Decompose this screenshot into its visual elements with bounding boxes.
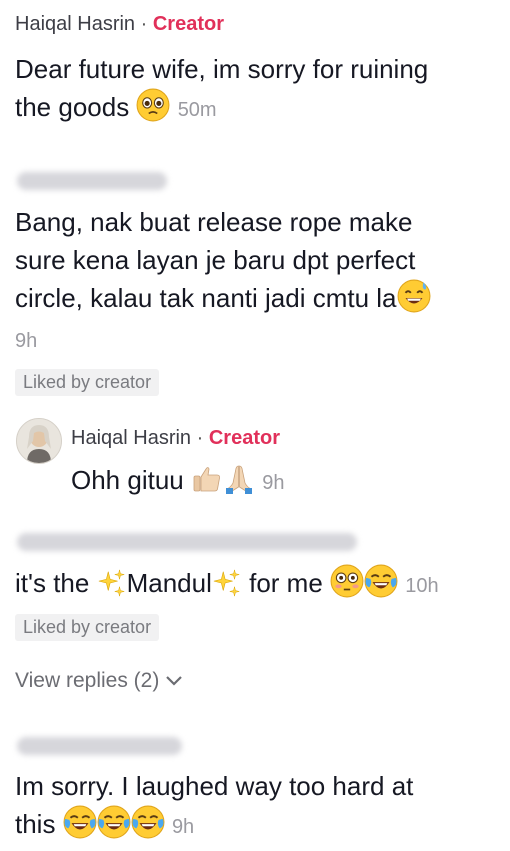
comment-timestamp: 9h	[262, 472, 285, 494]
reply-text: Ohh gituu 9h	[71, 461, 491, 502]
flushed-face-emoji	[330, 564, 364, 598]
sparkles-emoji	[97, 568, 127, 598]
avatar-image	[17, 419, 61, 463]
comment-line: circle, kalau tak nanti jadi cmtu la	[15, 279, 505, 317]
creator-badge: Creator	[152, 13, 224, 35]
author-name[interactable]: Haiqal Hasrin	[71, 427, 191, 449]
avatar[interactable]	[16, 418, 62, 464]
comment-line: Im sorry. I laughed way too hard at	[15, 771, 414, 801]
comment-author[interactable]: Haiqal Hasrin · Creator	[15, 13, 224, 36]
creator-badge: Creator	[208, 427, 280, 449]
comment-line-text: circle, kalau tak nanti jadi cmtu la	[15, 283, 397, 313]
comment-timestamp: 9h	[171, 816, 195, 838]
separator: ·	[140, 13, 148, 35]
comment-line: this 9h	[15, 805, 505, 846]
comment-line: the goods 50m	[15, 88, 505, 129]
comment-line-text: for me	[249, 568, 323, 598]
thumbs-up-emoji	[191, 463, 223, 495]
blurred-username[interactable]	[17, 533, 357, 551]
tears-of-joy-emoji	[63, 805, 97, 839]
comment-text: Im sorry. I laughed way too hard at this…	[15, 767, 505, 846]
comment-line: Dear future wife, im sorry for ruining	[15, 54, 429, 84]
tears-of-joy-emoji	[364, 564, 398, 598]
comment-line: Bang, nak buat release rope make	[15, 207, 413, 237]
comment-line-text: Mandul	[126, 568, 212, 598]
comment-line-text: the goods	[15, 92, 130, 122]
view-replies-label[interactable]: View replies (2)	[15, 669, 159, 692]
tears-of-joy-emoji	[97, 805, 131, 839]
blurred-username[interactable]	[17, 737, 182, 755]
pleading-face-emoji	[136, 88, 170, 122]
comment-text: it's the Mandul for me 10h	[15, 564, 505, 605]
author-name[interactable]: Haiqal Hasrin	[15, 13, 135, 35]
comment-text: Bang, nak buat release rope make sure ke…	[15, 203, 505, 317]
view-replies-button[interactable]: View replies (2)	[15, 669, 183, 693]
comment-timestamp: 50m	[177, 99, 217, 121]
reply-author[interactable]: Haiqal Hasrin · Creator	[71, 427, 280, 450]
comment-line-text: this	[15, 809, 56, 839]
comment-timestamp: 9h	[15, 330, 38, 352]
blurred-username[interactable]	[17, 172, 167, 190]
sparkles-emoji	[212, 568, 242, 598]
liked-by-creator-badge: Liked by creator	[15, 614, 160, 641]
tears-of-joy-emoji	[131, 805, 165, 839]
chevron-down-icon[interactable]	[165, 674, 183, 688]
comment-line-text: Ohh gituu	[71, 465, 184, 495]
comment-timestamp: 10h	[405, 575, 439, 597]
folded-hands-emoji	[223, 463, 255, 495]
separator: ·	[196, 427, 204, 449]
liked-by-creator-badge: Liked by creator	[15, 369, 160, 396]
comment-line-text: it's the	[15, 568, 90, 598]
comment-text: Dear future wife, im sorry for ruining t…	[15, 50, 505, 129]
comment-line: sure kena layan je baru dpt perfect	[15, 245, 416, 275]
grinning-sweat-emoji	[397, 279, 431, 313]
